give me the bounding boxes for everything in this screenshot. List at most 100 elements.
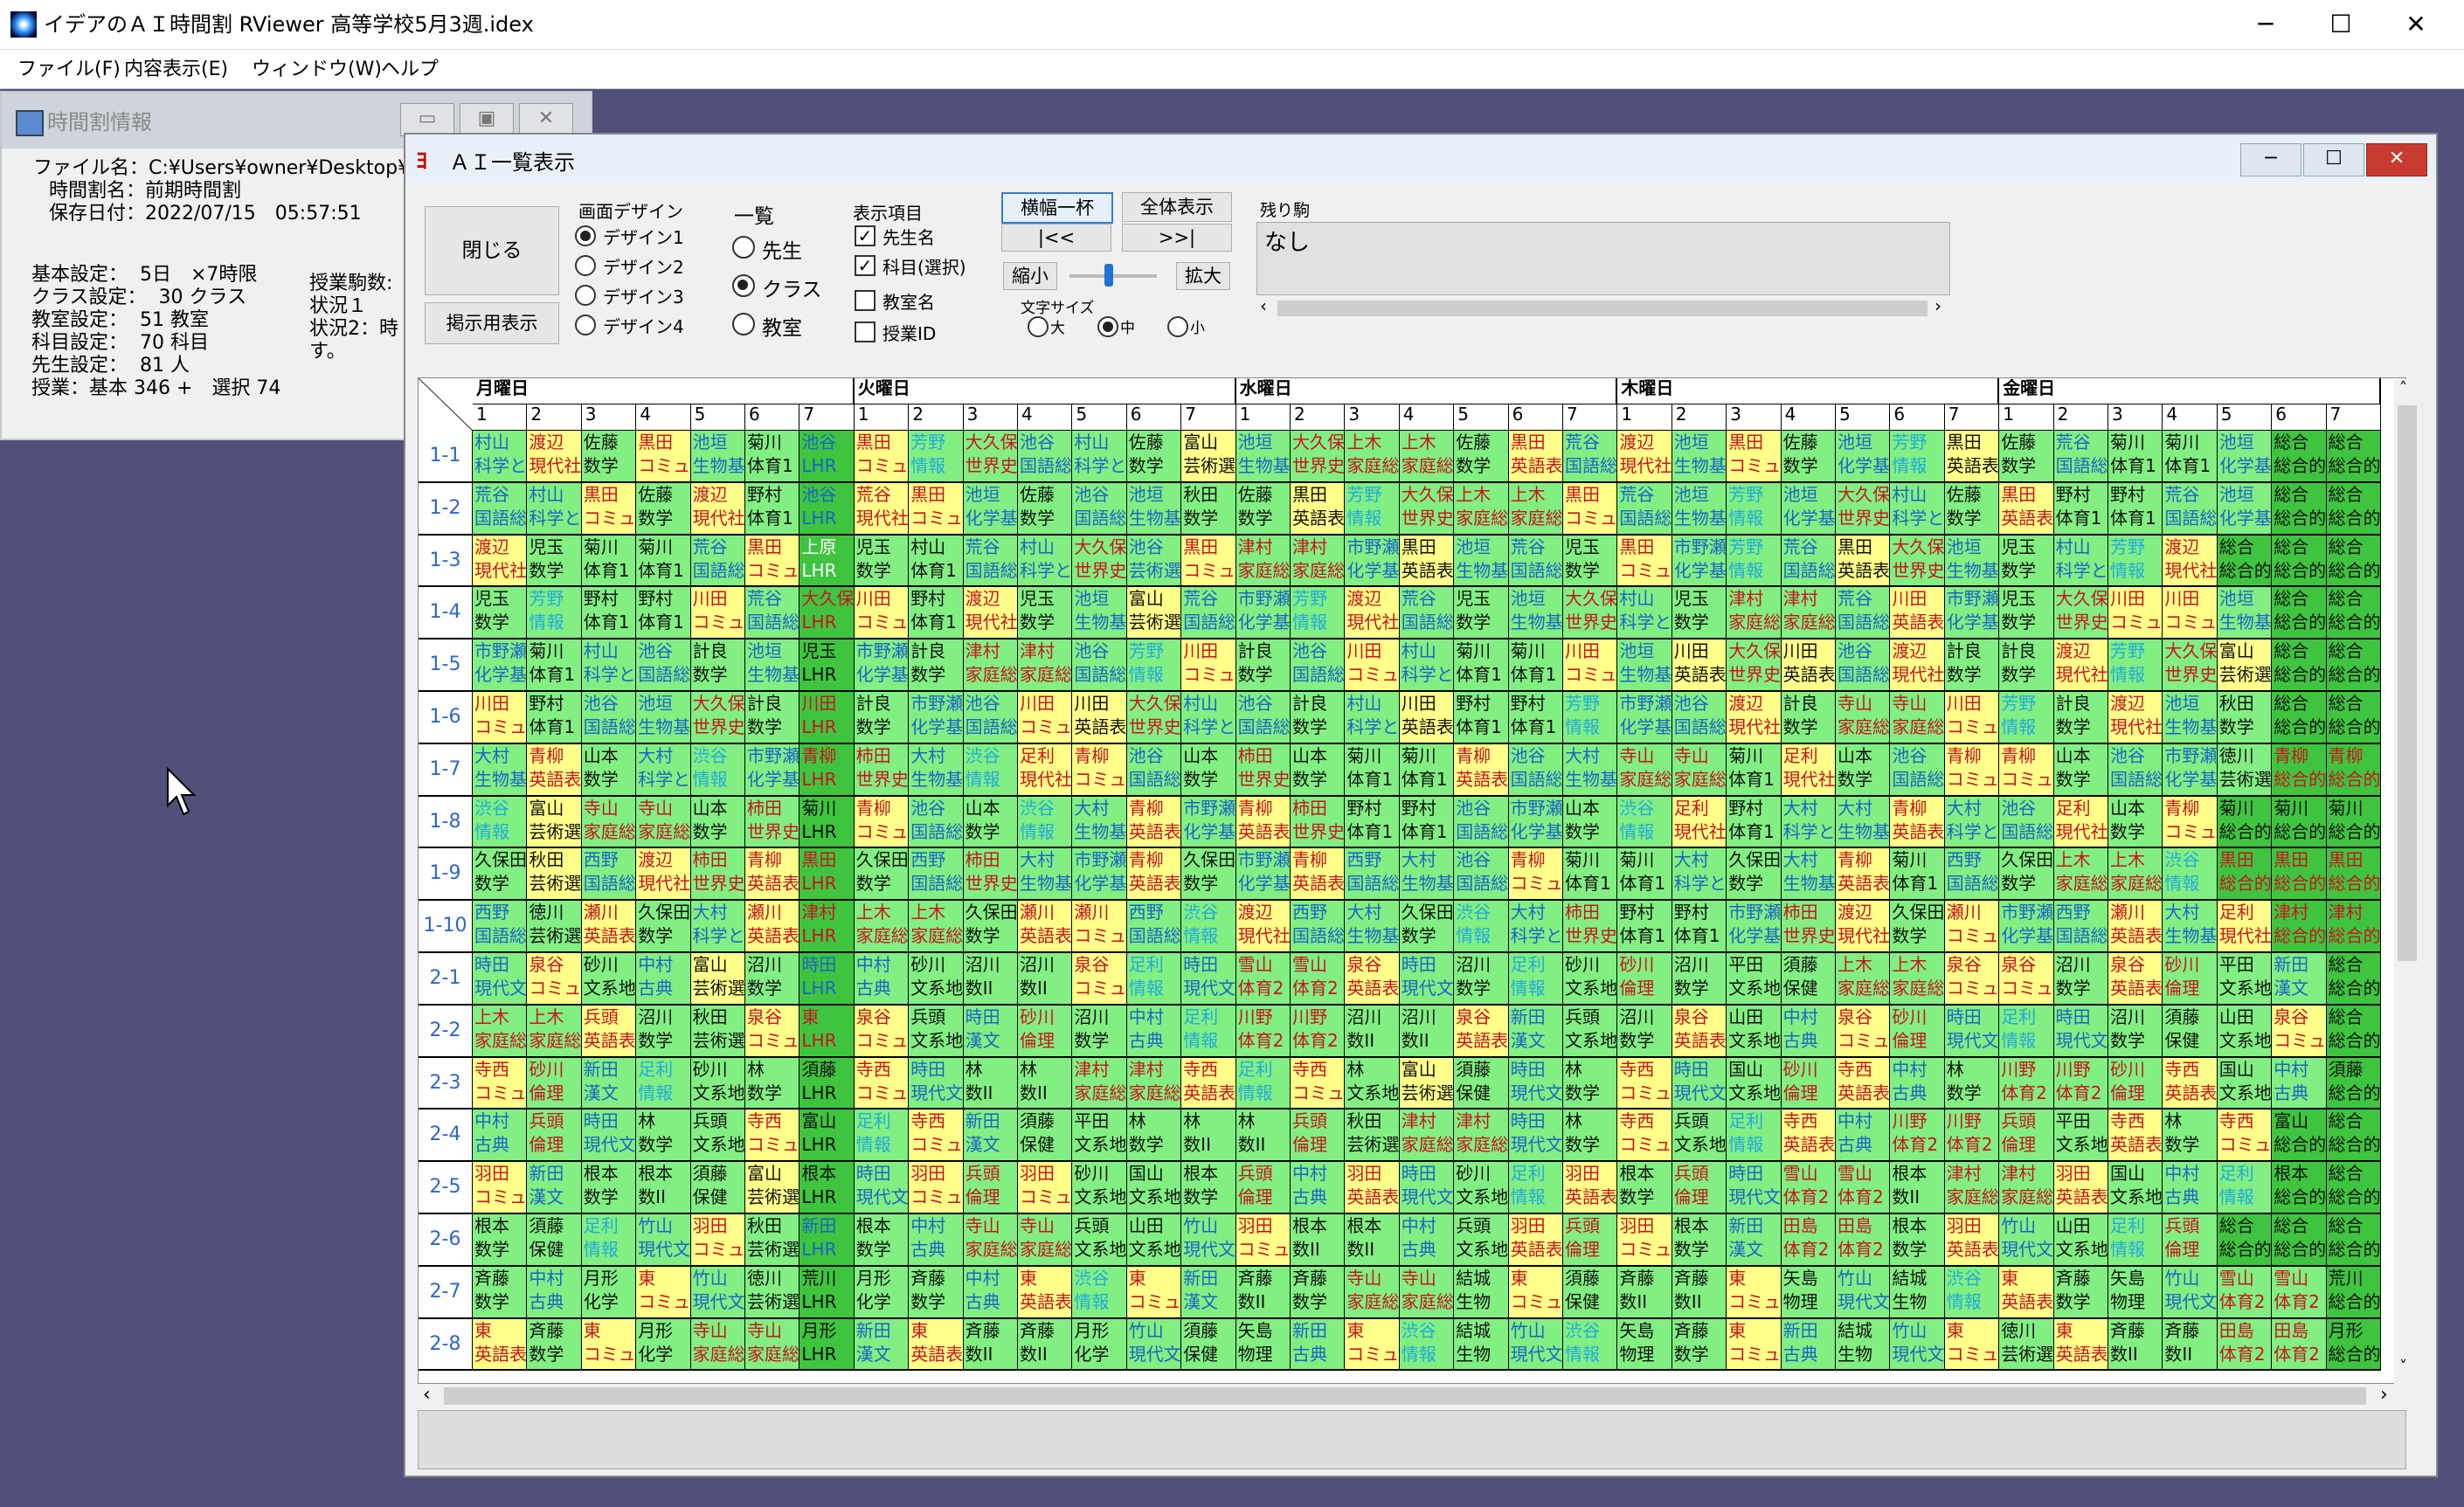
lesson-cell[interactable]: 兵頭 文系地 <box>1454 1214 1509 1267</box>
lesson-cell[interactable]: 児玉 数学 <box>473 587 528 640</box>
lesson-cell[interactable]: 砂川 文系地 <box>1454 1162 1509 1214</box>
lesson-cell[interactable]: 大久保 世界史 <box>1126 692 1182 744</box>
lesson-cell[interactable]: 市野瀬 化学基 <box>1072 848 1127 902</box>
lesson-cell[interactable]: 平田 文系地 <box>2217 953 2273 1006</box>
lesson-cell[interactable]: 泉谷 コミュ <box>1836 1005 1891 1058</box>
lesson-cell[interactable]: 時田 現代文 <box>1672 1057 1727 1110</box>
lesson-cell[interactable]: 荒谷 国語総 <box>690 535 745 588</box>
lesson-cell[interactable]: 池谷 国語総 <box>581 692 637 744</box>
lesson-cell[interactable]: 青柳 コミュ <box>1508 848 1563 902</box>
lesson-cell[interactable]: 芳野 情報 <box>909 431 964 483</box>
lesson-cell[interactable]: 林数学 <box>1126 1110 1182 1163</box>
lesson-cell[interactable]: 村山 科学と <box>2053 535 2108 588</box>
lesson-cell[interactable]: 徳川 芸術選 <box>2217 743 2273 797</box>
lesson-cell[interactable]: 矢島 物理 <box>1781 1266 1836 1319</box>
lesson-cell[interactable]: 川田 コミュ <box>1018 692 1073 744</box>
lesson-cell[interactable]: 富山 芸術選 <box>1181 431 1236 483</box>
lesson-cell[interactable]: 黒田 コミュ <box>581 482 637 536</box>
lesson-cell[interactable]: 大村 生物基 <box>473 743 528 797</box>
lesson-cell[interactable]: 寺山 家庭総 <box>1018 1214 1073 1267</box>
lesson-cell[interactable]: 池谷 国語総 <box>1890 743 1945 797</box>
lesson-cell[interactable]: 足利 現代社 <box>2053 796 2108 849</box>
lesson-cell[interactable]: 青柳 総合的 <box>2272 743 2327 797</box>
lesson-cell[interactable]: 沼川 数学 <box>2053 953 2108 1006</box>
class-row-label[interactable]: 1-5 <box>419 639 473 692</box>
post-display-button[interactable]: 掲示用表示 <box>425 302 559 344</box>
lesson-cell[interactable]: 菊川 LHR <box>799 796 855 849</box>
lesson-cell[interactable]: 大久保 世界史 <box>1836 482 1891 536</box>
class-row-label[interactable]: 1-10 <box>419 901 473 953</box>
info-maximize-button[interactable]: ▣ <box>460 103 514 136</box>
lesson-cell[interactable]: 山本 数学 <box>1291 743 1346 797</box>
lesson-cell[interactable]: 村山 科学と <box>1072 431 1127 483</box>
lesson-cell[interactable]: 須藤 保健 <box>1781 953 1836 1006</box>
lesson-cell[interactable]: 瀬川 英語表 <box>1018 901 1073 953</box>
lesson-cell[interactable]: 荒川 LHR <box>799 1266 855 1319</box>
lesson-cell[interactable]: 竹山 現代文 <box>1508 1318 1563 1372</box>
lesson-cell[interactable]: 黒田 コミュ <box>854 431 910 483</box>
lesson-cell[interactable]: 砂川 文系地 <box>690 1057 745 1110</box>
lesson-cell[interactable]: 時田 現代文 <box>1399 953 1455 1006</box>
lesson-cell[interactable]: 青柳 コミュ <box>1072 743 1127 797</box>
lesson-cell[interactable]: 村山 科学と <box>581 639 637 692</box>
lesson-cell[interactable]: 山本 数学 <box>690 796 745 849</box>
lesson-cell[interactable]: 寺山 家庭総 <box>745 1318 800 1372</box>
lesson-cell[interactable]: 竹山 現代文 <box>1999 1214 2054 1267</box>
lesson-cell[interactable]: 須藤 総合的 <box>2326 1057 2381 1110</box>
lesson-cell[interactable]: 池垣 化学基 <box>2217 431 2273 483</box>
lesson-cell[interactable]: 川田 英語表 <box>1399 692 1455 744</box>
lesson-cell[interactable]: 大久保 世界史 <box>1563 587 1618 640</box>
lesson-cell[interactable]: 黒田 コミュ <box>1181 535 1236 588</box>
lesson-cell[interactable]: 久保田 数学 <box>854 848 910 902</box>
lesson-cell[interactable]: 黒田 総合的 <box>2272 848 2327 902</box>
lesson-cell[interactable]: 市野瀬 化学基 <box>1999 901 2054 953</box>
lesson-cell[interactable]: 新田 漢文 <box>527 1162 582 1214</box>
lesson-cell[interactable]: 羽田 英語表 <box>2053 1162 2108 1214</box>
scroll-left-icon[interactable]: ‹ <box>1260 295 1267 316</box>
lesson-cell[interactable]: 時田 現代文 <box>1944 1005 2000 1058</box>
lesson-cell[interactable]: 菊川 体育1 <box>1617 848 1672 902</box>
lesson-cell[interactable]: 東英語表 <box>1018 1266 1073 1319</box>
lesson-cell[interactable]: 斉藤 数II <box>2108 1318 2163 1372</box>
lesson-cell[interactable]: 山本 数学 <box>2108 796 2163 849</box>
lesson-cell[interactable]: 竹山 現代文 <box>1181 1214 1236 1267</box>
lesson-cell[interactable]: 渋谷 情報 <box>2163 848 2218 902</box>
ai-minimize-button[interactable]: ─ <box>2240 143 2301 176</box>
lesson-cell[interactable]: 渋谷 情報 <box>1563 1318 1618 1372</box>
lesson-cell[interactable]: 雪山 体育2 <box>1291 953 1346 1006</box>
lesson-cell[interactable]: 大村 生物基 <box>1781 848 1836 902</box>
close-view-button[interactable]: 閉じる <box>425 206 559 295</box>
lesson-cell[interactable]: 西野 国語総 <box>2053 901 2108 953</box>
lesson-cell[interactable]: 泉谷 コミュ <box>2272 1005 2327 1058</box>
lesson-cell[interactable]: 東英語表 <box>2053 1318 2108 1372</box>
lesson-cell[interactable]: 児玉 数学 <box>1999 535 2054 588</box>
lesson-cell[interactable]: 泉谷 コミュ <box>1999 953 2054 1006</box>
lesson-cell[interactable]: 青柳 コミュ <box>1944 743 2000 797</box>
lesson-cell[interactable]: 富山 LHR <box>799 1110 855 1163</box>
lesson-cell[interactable]: 池谷 国語総 <box>1454 796 1509 849</box>
ai-close-button[interactable]: ✕ <box>2366 143 2427 176</box>
lesson-cell[interactable]: 新田 漢文 <box>1508 1005 1563 1058</box>
lesson-cell[interactable]: 東コミュ <box>1727 1318 1782 1372</box>
lesson-cell[interactable]: 斉藤 数II <box>1235 1266 1291 1319</box>
lesson-cell[interactable]: 川田 コミュ <box>690 587 745 640</box>
lesson-cell[interactable]: 大村 科学と <box>1508 901 1563 953</box>
lesson-cell[interactable]: 雪山 体育2 <box>2272 1266 2327 1319</box>
lesson-cell[interactable]: 久保田 数学 <box>1399 901 1455 953</box>
lesson-cell[interactable]: 大村 生物基 <box>1018 848 1073 902</box>
lesson-cell[interactable]: 久保田 数学 <box>1181 848 1236 902</box>
lesson-cell[interactable]: 泉谷 英語表 <box>1672 1005 1727 1058</box>
lesson-cell[interactable]: 池谷 国語総 <box>1836 639 1891 692</box>
class-row-label[interactable]: 1-1 <box>419 431 473 483</box>
zoom-slider-thumb[interactable] <box>1104 264 1113 287</box>
lesson-cell[interactable]: 寺山 家庭総 <box>1890 692 1945 744</box>
lesson-cell[interactable]: 羽田 コミュ <box>1617 1214 1672 1267</box>
lesson-cell[interactable]: 久保田 数学 <box>1727 848 1782 902</box>
lesson-cell[interactable]: 斉藤 数学 <box>2053 1266 2108 1319</box>
lesson-cell[interactable]: 中村 古典 <box>854 953 910 1006</box>
lesson-cell[interactable]: 平田 文系地 <box>2053 1110 2108 1163</box>
nav-first-button[interactable]: |<< <box>1001 224 1111 252</box>
lesson-cell[interactable]: 砂川 文系地 <box>581 953 637 1006</box>
lesson-cell[interactable]: 中村 古典 <box>2272 1057 2327 1110</box>
lesson-cell[interactable]: 池垣 化学基 <box>2217 482 2273 536</box>
